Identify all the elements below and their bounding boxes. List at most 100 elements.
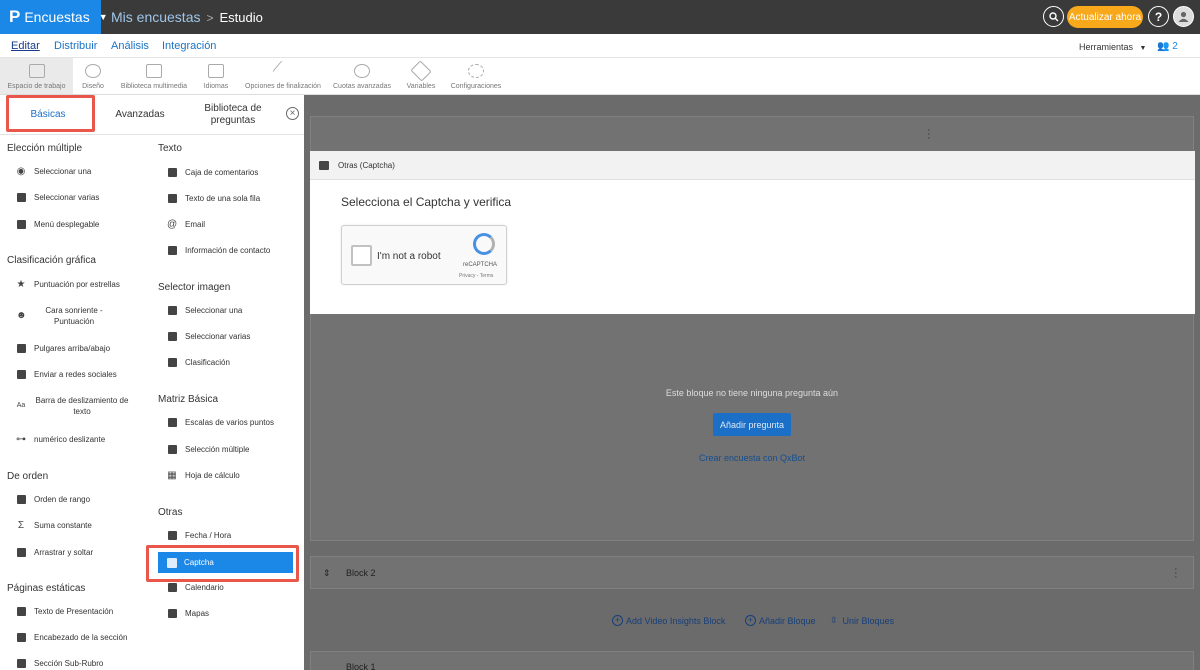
image-icon [167, 305, 177, 316]
item-label: Hoja de cálculo [185, 471, 240, 480]
list-item[interactable]: Calendario [167, 582, 224, 593]
list-item[interactable]: ◉ Seleccionar una [16, 166, 92, 177]
list-item[interactable]: Texto de Presentación [16, 606, 113, 617]
section-header-icon [16, 632, 26, 643]
collaborators[interactable]: 👥 2 [1157, 41, 1178, 52]
link-icon [354, 64, 370, 78]
close-icon[interactable]: × [286, 107, 299, 120]
item-label: Enviar a redes sociales [34, 370, 117, 379]
list-item[interactable]: Fecha / Hora [167, 530, 231, 541]
list-item[interactable]: Mapas [167, 608, 209, 619]
list-item[interactable]: ☻ Cara sonriente - Puntuación [16, 305, 114, 327]
recaptcha-links[interactable]: Privacy - Terms [459, 273, 493, 279]
list-icon [28, 64, 45, 78]
item-label: Cara sonriente - Puntuación [45, 306, 103, 326]
add-video-block-link[interactable]: + Add Video Insights Block [612, 615, 725, 626]
list-item[interactable]: Información de contacto [167, 245, 270, 256]
collapse-icon[interactable]: ⇕ [323, 568, 331, 579]
list-item[interactable]: ★ Puntuación por estrellas [16, 279, 120, 290]
item-label: Seleccionar varias [34, 193, 100, 202]
list-item[interactable]: Seleccionar una [167, 305, 242, 316]
app-switcher[interactable]: P Encuestas ▼ [0, 0, 108, 34]
star-icon: ★ [16, 278, 26, 290]
gear-icon [468, 64, 484, 78]
item-label: Arrastrar y soltar [34, 548, 94, 557]
qxbot-link[interactable]: Crear encuesta con QxBot [304, 453, 1200, 463]
list-item[interactable]: ⊶ numérico deslizante [16, 434, 105, 445]
list-item[interactable]: ▦ Hoja de cálculo [167, 470, 240, 481]
list-item[interactable]: Caja de comentarios [167, 167, 258, 178]
list-item[interactable]: Menú desplegable [16, 219, 99, 230]
empty-block-message: Este bloque no tiene ninguna pregunta aú… [665, 388, 839, 398]
calendar-icon [167, 582, 177, 593]
question-text[interactable]: Selecciona el Captcha y verifica [341, 195, 511, 209]
item-label: Puntuación por estrellas [34, 280, 120, 289]
app-name: Encuestas [24, 9, 90, 25]
tool-label: Biblioteca multimedia [120, 83, 188, 90]
item-label: Clasificación [185, 358, 230, 367]
block-1-bar[interactable] [310, 651, 1194, 670]
help-icon[interactable]: ? [1148, 6, 1169, 27]
map-icon [167, 608, 177, 619]
list-item[interactable]: Orden de rango [16, 494, 90, 505]
item-label: Caja de comentarios [185, 168, 259, 177]
list-item[interactable]: Selección múltiple [167, 444, 249, 455]
list-item[interactable]: Sección Sub-Rubro [16, 658, 103, 669]
menu-integracion[interactable]: Integración [162, 40, 216, 52]
smiley-icon: ☻ [16, 310, 27, 321]
list-item[interactable]: Arrastrar y soltar [16, 547, 93, 558]
menu-editar[interactable]: Editar [11, 40, 40, 52]
matrix-icon [167, 417, 177, 428]
list-item[interactable]: Σ Suma constante [16, 520, 92, 531]
users-icon: 👥 [1157, 41, 1170, 52]
menu-distribuir[interactable]: Distribuir [54, 40, 97, 52]
section-title: De orden [7, 471, 49, 482]
avatar[interactable] [1173, 6, 1194, 27]
list-item[interactable]: Enviar a redes sociales [16, 369, 117, 380]
item-label: Suma constante [34, 521, 92, 530]
tab-biblioteca[interactable]: Biblioteca de preguntas [195, 95, 271, 135]
tool-variables[interactable]: Variables [402, 58, 440, 94]
tool-workspace[interactable]: Espacio de trabajo [0, 58, 73, 94]
item-label: Pulgares arriba/abajo [34, 344, 111, 353]
tool-design[interactable]: Diseño [73, 58, 113, 94]
list-item[interactable]: Seleccionar varias [167, 331, 250, 342]
list-item[interactable]: Pulgares arriba/abajo [16, 343, 110, 354]
section-title: Texto [158, 143, 182, 154]
list-item[interactable]: Escalas de varios puntos [167, 417, 274, 428]
section-title: Selector imagen [158, 282, 231, 293]
matrix-multi-icon [167, 444, 177, 455]
more-icon[interactable]: · · · [927, 125, 931, 144]
breadcrumb-parent[interactable]: Mis encuestas [111, 9, 200, 25]
add-question-button[interactable]: Añadir pregunta [713, 413, 791, 436]
text-slider-icon: Aa [16, 402, 26, 409]
list-item[interactable]: Texto de una sola fila [167, 193, 260, 204]
add-block-link[interactable]: + Añadir Bloque [745, 615, 816, 626]
item-label: Sección Sub-Rubro [34, 659, 104, 668]
upgrade-button[interactable]: Actualizar ahora [1067, 6, 1143, 28]
search-icon[interactable] [1043, 6, 1064, 27]
menu-analisis[interactable]: Análisis [111, 40, 149, 52]
more-icon[interactable]: · · · [1174, 564, 1178, 583]
list-item[interactable]: Aa Barra de deslizamiento de texto [16, 395, 130, 417]
tool-media-library[interactable]: Biblioteca multimedia [117, 58, 191, 94]
tools-label: Herramientas [1079, 42, 1134, 52]
tools-dropdown[interactable]: Herramientas ▼ [1079, 42, 1146, 52]
merge-blocks-link[interactable]: ⇳ Unir Bloques [830, 615, 894, 626]
tool-quotas[interactable]: Cuotas avanzadas [330, 58, 394, 94]
tab-avanzadas[interactable]: Avanzadas [100, 95, 180, 135]
list-item[interactable]: Encabezado de la sección [16, 632, 127, 643]
item-label: Mapas [185, 609, 210, 618]
tool-languages[interactable]: Idiomas [196, 58, 236, 94]
list-item[interactable]: Seleccionar varias [16, 192, 99, 203]
tool-label: Espacio de trabajo [7, 83, 66, 90]
dropdown-icon [16, 219, 26, 230]
tool-settings[interactable]: Configuraciones [450, 58, 502, 94]
tool-end-options[interactable]: Opciones de finalización [243, 58, 323, 94]
recaptcha-checkbox[interactable] [351, 245, 372, 266]
captcha-question-card: Otras (Captcha) Selecciona el Captcha y … [310, 151, 1195, 314]
list-item[interactable]: @ Email [167, 219, 205, 230]
block-2-bar[interactable] [310, 556, 1194, 589]
drag-drop-icon [16, 547, 26, 558]
list-item[interactable]: Clasificación [167, 357, 230, 368]
